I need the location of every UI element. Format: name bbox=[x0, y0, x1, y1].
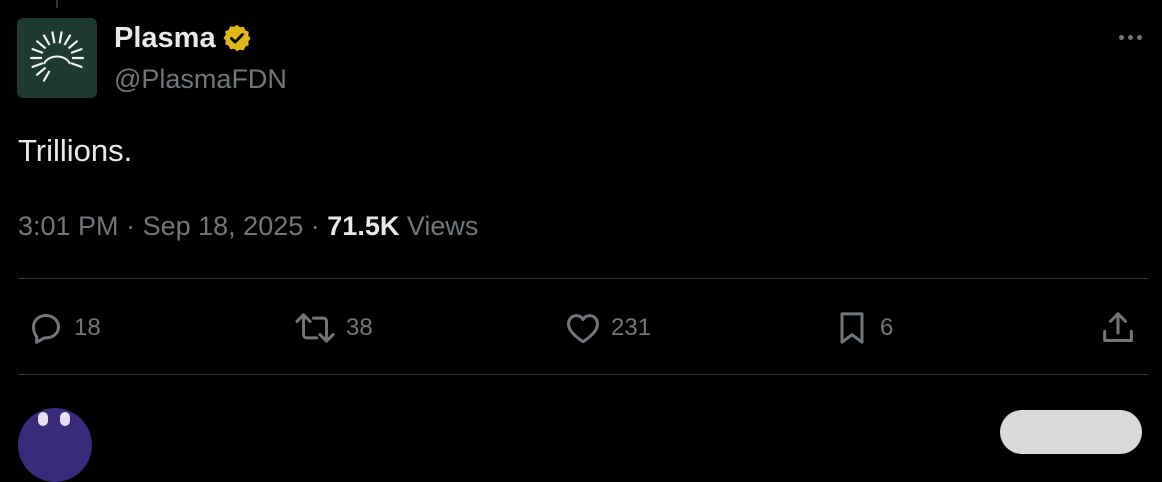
like-button[interactable]: 231 bbox=[563, 306, 651, 350]
tweet-date[interactable]: Sep 18, 2025 bbox=[143, 211, 304, 241]
thread-connector-line bbox=[56, 0, 58, 8]
views-label: Views bbox=[406, 211, 479, 241]
repost-count: 38 bbox=[346, 314, 373, 341]
reply-submit-button[interactable] bbox=[1000, 410, 1142, 454]
repost-icon bbox=[295, 313, 335, 343]
share-button[interactable] bbox=[1098, 306, 1138, 350]
heart-icon bbox=[567, 314, 599, 344]
author-name-row: Plasma bbox=[114, 20, 252, 56]
more-dot-icon bbox=[1136, 34, 1142, 40]
more-dot-icon bbox=[1118, 34, 1124, 40]
tweet-time[interactable]: 3:01 PM bbox=[18, 211, 119, 241]
meta-separator: · bbox=[310, 211, 320, 241]
avatar-ear-shape bbox=[38, 412, 48, 426]
bookmark-button[interactable]: 6 bbox=[832, 306, 893, 350]
share-icon bbox=[1103, 312, 1133, 342]
like-count: 231 bbox=[611, 314, 652, 341]
author-avatar[interactable] bbox=[17, 18, 97, 98]
author-handle[interactable]: @PlasmaFDN bbox=[114, 62, 287, 96]
bookmark-icon bbox=[840, 312, 864, 344]
meta-separator: · bbox=[126, 211, 136, 241]
verified-badge-icon[interactable] bbox=[222, 23, 252, 53]
tweet-text: Trillions. bbox=[18, 133, 133, 168]
plasma-logo-icon bbox=[29, 31, 85, 82]
reply-count: 18 bbox=[74, 314, 101, 341]
more-options-button[interactable] bbox=[1112, 26, 1148, 48]
divider-bottom bbox=[18, 374, 1148, 375]
repost-button[interactable]: 38 bbox=[292, 306, 373, 350]
author-display-name[interactable]: Plasma bbox=[114, 20, 216, 56]
reply-icon bbox=[32, 314, 60, 344]
bookmark-count: 6 bbox=[880, 314, 894, 341]
reply-button[interactable]: 18 bbox=[26, 306, 101, 350]
divider-top bbox=[18, 278, 1148, 279]
reply-composer-avatar[interactable] bbox=[18, 408, 92, 482]
avatar-ear-shape bbox=[60, 412, 70, 426]
tweet-meta: 3:01 PM · Sep 18, 2025 · 71.5K Views bbox=[18, 208, 478, 244]
views-count[interactable]: 71.5K bbox=[327, 211, 399, 241]
more-dot-icon bbox=[1127, 34, 1133, 40]
